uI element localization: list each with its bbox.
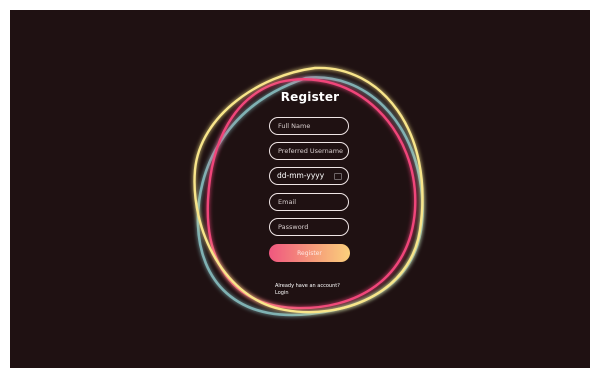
login-link[interactable]: Login bbox=[275, 290, 289, 296]
register-screen: Register dd-mm-yyyy Register Already hav… bbox=[10, 10, 590, 368]
email-input[interactable] bbox=[269, 193, 349, 211]
register-button[interactable]: Register bbox=[269, 244, 350, 262]
register-title: Register bbox=[280, 90, 340, 104]
calendar-icon[interactable] bbox=[334, 173, 342, 180]
full-name-input[interactable] bbox=[269, 117, 349, 135]
username-input[interactable] bbox=[269, 142, 349, 160]
date-value: dd-mm-yyyy bbox=[277, 171, 325, 180]
password-input[interactable] bbox=[269, 218, 349, 236]
glowing-rings-decoration bbox=[193, 66, 424, 317]
date-of-birth-input[interactable]: dd-mm-yyyy bbox=[269, 167, 349, 185]
account-prompt: Already have an account? bbox=[275, 283, 340, 289]
